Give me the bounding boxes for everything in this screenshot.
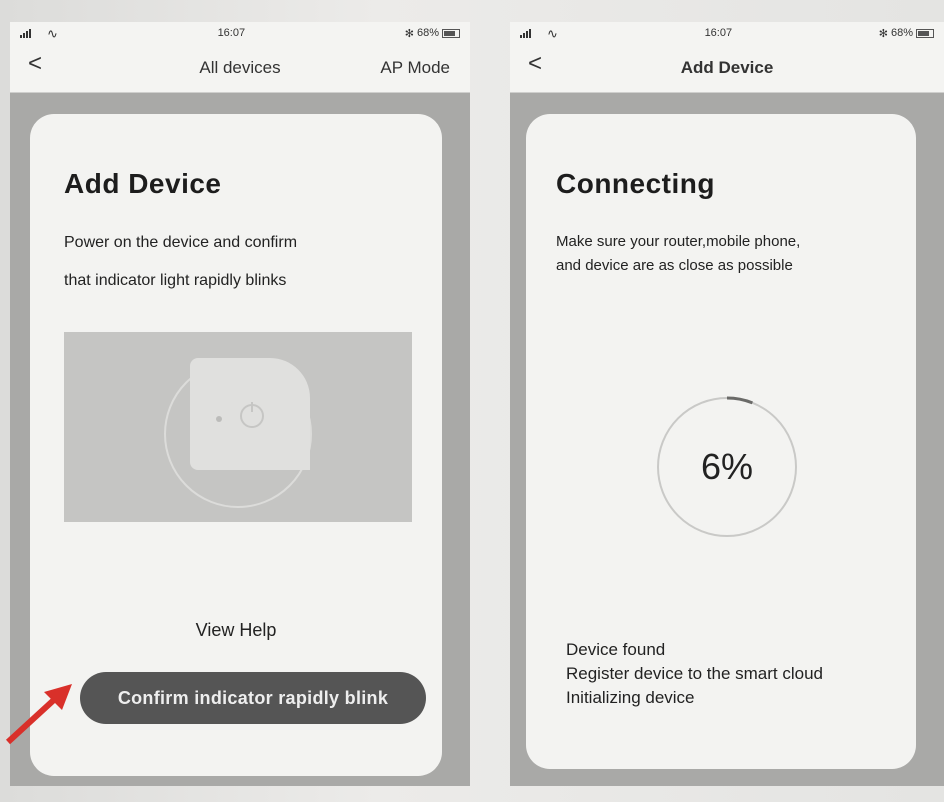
wifi-icon: ∿	[47, 25, 58, 41]
instruction-line-1: Power on the device and confirm	[64, 234, 298, 251]
nav-bar: < All devices AP Mode	[10, 44, 470, 93]
status-bar: ∿ 16:07 ✻ 68%	[510, 22, 944, 44]
device-illustration	[64, 332, 412, 522]
step-item: Device found	[566, 640, 666, 659]
step-item: Initializing device	[566, 688, 695, 707]
battery-icon	[916, 28, 934, 38]
status-time: 16:07	[704, 27, 733, 39]
connecting-card: Connecting Make sure your router,mobile …	[526, 114, 916, 769]
battery-percent: 68%	[416, 27, 439, 39]
red-arrow-icon	[5, 684, 72, 745]
confirm-blink-button[interactable]: Confirm indicator rapidly blink	[80, 672, 426, 724]
nav-title: Add Device	[680, 58, 774, 77]
bluetooth-icon: ✻	[404, 27, 414, 40]
instruction-line-2: that indicator light rapidly blinks	[64, 272, 287, 289]
indicator-light-icon	[216, 416, 222, 422]
right-phone-screen: ∿ 16:07 ✻ 68% < Add Device Connecting Ma…	[510, 22, 944, 786]
step-list: Device found Register device to the smar…	[566, 638, 823, 710]
power-icon	[240, 402, 264, 428]
view-help-link[interactable]: View Help	[30, 620, 442, 641]
card-title: Add Device	[64, 168, 222, 199]
signal-icon	[20, 28, 31, 38]
card-title: Connecting	[556, 168, 715, 199]
status-time: 16:07	[217, 27, 246, 39]
progress-percent: 6%	[700, 446, 754, 487]
signal-icon	[520, 28, 531, 38]
ap-mode-button[interactable]: AP Mode	[380, 58, 450, 78]
step-item: Register device to the smart cloud	[566, 664, 824, 683]
battery-icon	[442, 28, 460, 38]
wifi-icon: ∿	[547, 25, 558, 41]
instruction-line-2: and device are as close as possible	[556, 257, 793, 274]
nav-bar: < Add Device	[510, 44, 944, 93]
add-device-card: Add Device Power on the device and confi…	[30, 114, 442, 776]
status-bar: ∿ 16:07 ✻ 68%	[10, 22, 470, 44]
instruction-line-1: Make sure your router,mobile phone,	[556, 233, 801, 250]
bluetooth-icon: ✻	[878, 27, 888, 40]
battery-percent: 68%	[890, 27, 913, 39]
